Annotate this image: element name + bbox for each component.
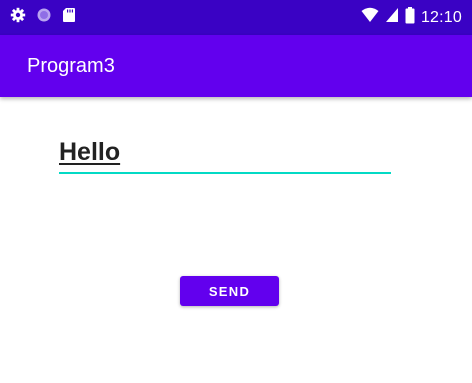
circle-icon (36, 7, 52, 28)
gear-icon (10, 7, 26, 28)
sd-card-icon (62, 7, 76, 28)
status-left-icons (10, 0, 86, 35)
edit-text-underline (59, 172, 391, 174)
wifi-icon (361, 7, 379, 28)
send-button[interactable]: SEND (180, 276, 279, 306)
app-bar: Program3 (0, 35, 472, 97)
status-time: 12:10 (420, 8, 462, 26)
message-edit-text-value[interactable]: Hello (59, 138, 120, 167)
battery-icon (405, 6, 415, 29)
status-bar: 12:10 (0, 0, 472, 35)
status-right-icons: 12:10 (361, 0, 462, 35)
message-edit-text[interactable]: Hello (59, 130, 391, 176)
signal-icon (385, 7, 399, 28)
app-title: Program3 (27, 55, 115, 77)
